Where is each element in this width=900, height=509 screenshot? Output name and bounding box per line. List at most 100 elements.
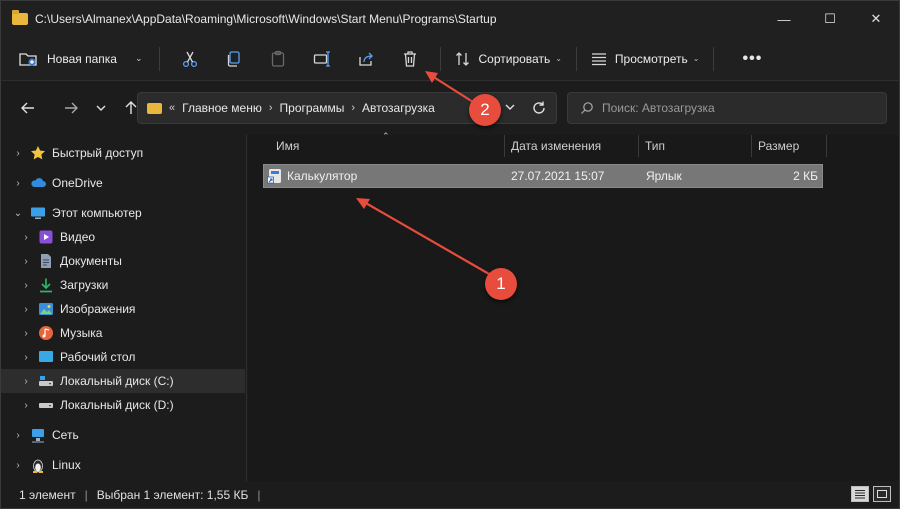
- nav-item-linux[interactable]: › Linux: [1, 453, 245, 477]
- chevron-right-icon[interactable]: ›: [12, 430, 24, 441]
- breadcrumb-item[interactable]: Программы: [280, 101, 345, 115]
- share-button[interactable]: [346, 43, 386, 75]
- share-icon: [358, 52, 373, 66]
- computer-icon: [30, 205, 46, 221]
- copy-button[interactable]: [214, 43, 254, 75]
- search-input[interactable]: [602, 101, 882, 115]
- nav-item-label: Загрузки: [60, 278, 109, 292]
- nav-item-music[interactable]: › Музыка: [1, 321, 245, 345]
- linux-icon: [30, 457, 46, 473]
- file-size: 2 КБ: [793, 169, 818, 183]
- desktop-icon: [38, 349, 54, 365]
- delete-button[interactable]: [390, 43, 430, 75]
- chevron-right-icon[interactable]: ›: [20, 400, 32, 411]
- paste-icon: [271, 50, 284, 67]
- forward-button[interactable]: [56, 93, 86, 123]
- music-icon: [38, 325, 54, 341]
- column-date-modified[interactable]: Дата изменения: [504, 135, 638, 157]
- cloud-icon: [30, 175, 46, 191]
- file-explorer-window: C:\Users\Almanex\AppData\Roaming\Microso…: [0, 0, 900, 509]
- drive-icon: [38, 373, 54, 389]
- network-icon: [30, 427, 46, 443]
- column-type[interactable]: Тип: [638, 135, 751, 157]
- nav-item-label: Документы: [60, 254, 122, 268]
- view-label: Просмотреть: [614, 51, 688, 66]
- nav-item-this-pc[interactable]: ⌄ Этот компьютер: [1, 201, 245, 225]
- scissors-icon: [182, 51, 197, 67]
- view-button[interactable]: Просмотреть ⌄: [585, 43, 706, 75]
- folder-icon: [12, 10, 28, 25]
- paste-button[interactable]: [258, 43, 298, 75]
- status-divider: |: [84, 487, 88, 502]
- window-controls: — ☐ ✕: [761, 1, 899, 37]
- nav-item-drive-c[interactable]: › Локальный диск (C:): [1, 369, 245, 393]
- search-box[interactable]: [567, 92, 887, 124]
- more-options-button[interactable]: •••: [734, 43, 770, 75]
- delete-icon: [403, 50, 416, 67]
- maximize-button[interactable]: ☐: [807, 1, 853, 37]
- details-view-button[interactable]: [851, 486, 869, 502]
- chevron-right-icon[interactable]: ›: [20, 304, 32, 315]
- file-type: Ярлык: [646, 169, 682, 183]
- file-list: ⌃ Имя Дата изменения Тип Размер Калькуля…: [248, 131, 899, 481]
- file-row-calculator[interactable]: Калькулятор 27.07.2021 15:07 Ярлык 2 КБ: [263, 164, 823, 188]
- title-bar: C:\Users\Almanex\AppData\Roaming\Microso…: [1, 1, 899, 37]
- nav-item-downloads[interactable]: › Загрузки: [1, 273, 245, 297]
- minimize-button[interactable]: —: [761, 1, 807, 37]
- recent-locations-button[interactable]: [86, 93, 116, 123]
- sort-button[interactable]: Сортировать ⌄: [449, 43, 568, 75]
- chevron-right-icon[interactable]: ›: [20, 280, 32, 291]
- chevron-right-icon[interactable]: ›: [12, 460, 24, 471]
- arrow-left-icon: [21, 102, 34, 114]
- nav-item-drive-d[interactable]: › Локальный диск (D:): [1, 393, 245, 417]
- nav-item-label: Изображения: [60, 302, 136, 316]
- rename-button[interactable]: [302, 43, 342, 75]
- annotation-badge-1: 1: [485, 268, 517, 300]
- chevron-right-icon[interactable]: ›: [20, 232, 32, 243]
- nav-item-label: Локальный диск (D:): [60, 398, 174, 412]
- nav-item-label: Этот компьютер: [52, 206, 142, 220]
- cut-button[interactable]: [170, 43, 210, 75]
- rename-icon: [313, 50, 330, 67]
- chevron-right-icon[interactable]: ›: [269, 102, 273, 114]
- copy-icon: [227, 50, 240, 67]
- annotation-badge-2: 2: [469, 94, 501, 126]
- arrow-right-icon: [65, 102, 78, 114]
- address-row: « Главное меню › Программы › Автозагрузк…: [1, 81, 899, 135]
- video-icon: [38, 229, 54, 245]
- chevron-right-icon[interactable]: ›: [20, 352, 32, 363]
- nav-item-label: Сеть: [52, 428, 79, 442]
- new-folder-button[interactable]: Новая папка ⌄: [19, 43, 151, 75]
- breadcrumb-overflow[interactable]: «: [169, 102, 175, 114]
- chevron-right-icon[interactable]: ›: [20, 256, 32, 267]
- selection-info: Выбран 1 элемент: 1,55 КБ: [96, 487, 249, 502]
- file-date: 27.07.2021 15:07: [511, 169, 605, 183]
- chevron-right-icon[interactable]: ›: [12, 178, 24, 189]
- nav-item-network[interactable]: › Сеть: [1, 423, 245, 447]
- nav-item-label: Музыка: [60, 326, 103, 340]
- chevron-right-icon[interactable]: ›: [351, 102, 355, 114]
- chevron-right-icon[interactable]: ›: [20, 328, 32, 339]
- breadcrumb-item[interactable]: Главное меню: [182, 101, 262, 115]
- column-size[interactable]: Размер: [751, 135, 827, 157]
- close-button[interactable]: ✕: [853, 1, 899, 37]
- item-count: 1 элемент: [19, 487, 76, 502]
- tiles-view-button[interactable]: [873, 486, 891, 502]
- chevron-right-icon[interactable]: ›: [20, 376, 32, 387]
- download-icon: [38, 277, 54, 293]
- chevron-right-icon[interactable]: ›: [12, 148, 24, 159]
- nav-item-desktop[interactable]: › Рабочий стол: [1, 345, 245, 369]
- shortcut-icon: [267, 169, 281, 184]
- breadcrumb-item[interactable]: Автозагрузка: [362, 101, 435, 115]
- column-name[interactable]: Имя: [270, 135, 504, 157]
- back-button[interactable]: [13, 93, 43, 123]
- nav-item-quick-access[interactable]: › Быстрый доступ: [1, 141, 245, 165]
- address-dropdown-button[interactable]: [504, 101, 516, 116]
- nav-item-onedrive[interactable]: › OneDrive: [1, 171, 245, 195]
- refresh-icon[interactable]: [530, 99, 548, 117]
- nav-item-video[interactable]: › Видео: [1, 225, 245, 249]
- nav-item-documents[interactable]: › Документы: [1, 249, 245, 273]
- chevron-down-icon[interactable]: ⌄: [12, 208, 24, 219]
- nav-item-pictures[interactable]: › Изображения: [1, 297, 245, 321]
- status-divider: |: [257, 487, 261, 502]
